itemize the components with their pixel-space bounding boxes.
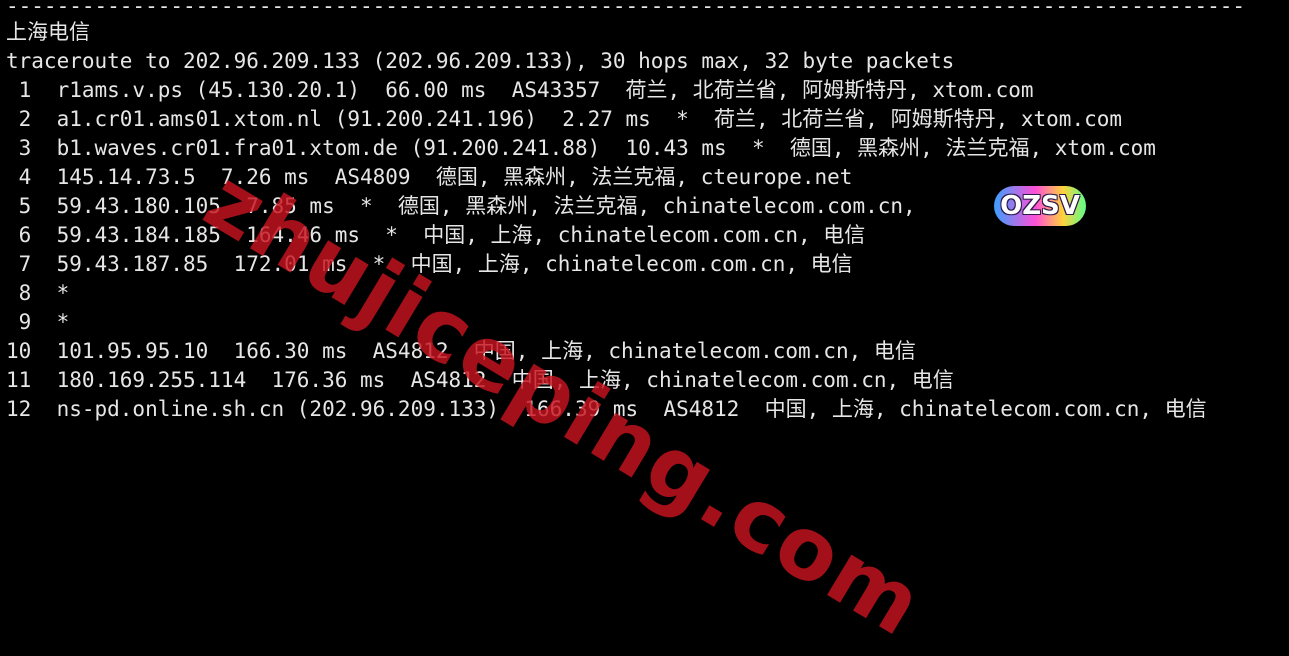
section-header: 上海电信 [6,20,90,44]
hop-line: 4 145.14.73.5 7.26 ms AS4809 德国, 黑森州, 法兰… [6,165,853,189]
ozsv-logo-badge: OZSV [994,186,1086,226]
hop-line: 5 59.43.180.105 7.85 ms * 德国, 黑森州, 法兰克福,… [6,194,916,218]
hop-line: 8 * [6,281,70,305]
traceroute-command: traceroute to 202.96.209.133 (202.96.209… [6,49,955,73]
separator-line: ----------------------------------------… [6,0,1246,18]
hop-line: 9 * [6,310,70,334]
hop-line: 11 180.169.255.114 176.36 ms AS4812 中国, … [6,368,954,392]
hop-line: 6 59.43.184.185 164.46 ms * 中国, 上海, chin… [6,223,866,247]
hop-line: 10 101.95.95.10 166.30 ms AS4812 中国, 上海,… [6,339,916,363]
hop-line: 12 ns-pd.online.sh.cn (202.96.209.133) 1… [6,397,1207,421]
terminal-output: ----------------------------------------… [6,0,1289,433]
hop-line: 7 59.43.187.85 172.01 ms * 中国, 上海, china… [6,252,853,276]
hop-line: 2 a1.cr01.ams01.xtom.nl (91.200.241.196)… [6,107,1123,131]
hop-line: 3 b1.waves.cr01.fra01.xtom.de (91.200.24… [6,136,1156,160]
hop-line: 1 r1ams.v.ps (45.130.20.1) 66.00 ms AS43… [6,78,1034,102]
